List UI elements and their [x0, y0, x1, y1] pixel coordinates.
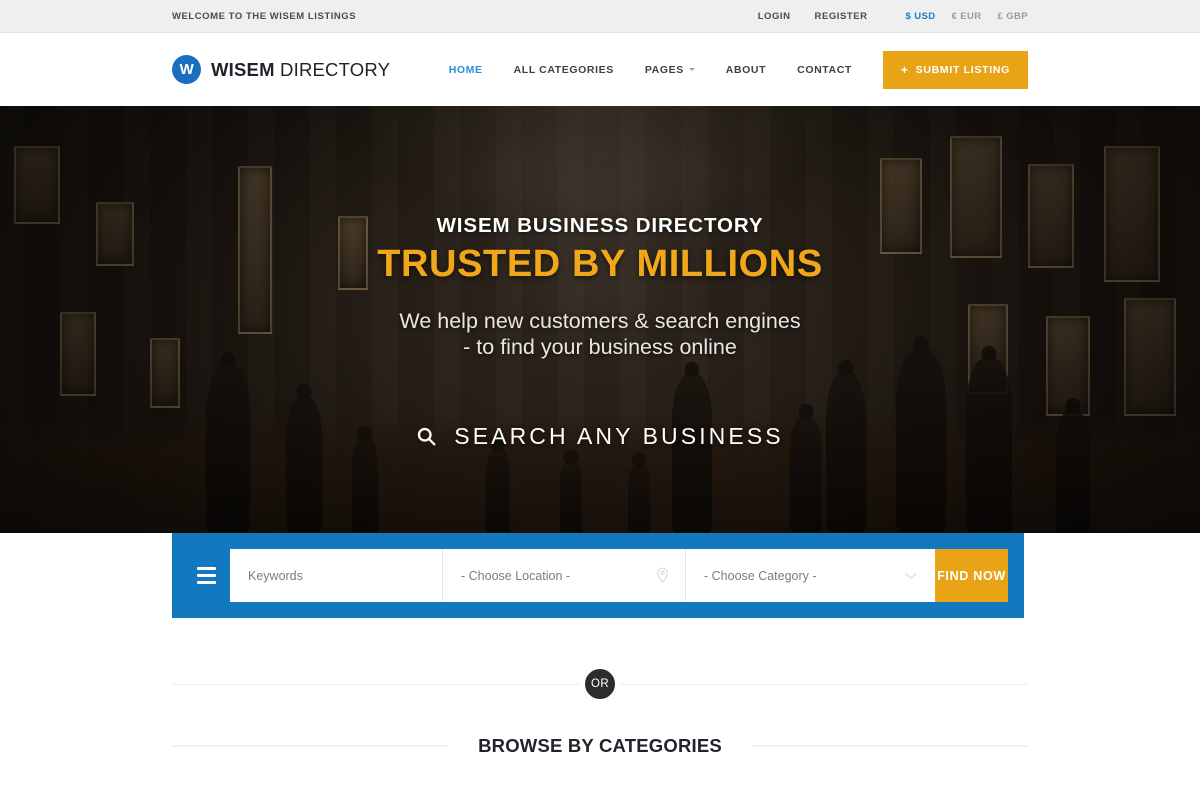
login-link[interactable]: LOGIN: [758, 11, 791, 22]
map-pin-icon: [656, 567, 669, 584]
nav-item-pages-label: PAGES: [644, 63, 684, 76]
brand-logo[interactable]: W WISEM DIRECTORY: [172, 55, 390, 84]
find-now-label: FIND NOW: [937, 568, 1006, 583]
category-select[interactable]: - Choose Category -: [685, 549, 935, 602]
hero-search-heading-label: SEARCH ANY BUSINESS: [454, 423, 784, 450]
hero-banner: WISEM BUSINESS DIRECTORY TRUSTED BY MILL…: [0, 106, 1200, 533]
hero-subtitle-line-1: We help new customers & search engines: [399, 309, 801, 333]
search-input-placeholder: Keywords: [248, 568, 303, 583]
find-now-button[interactable]: FIND NOW: [935, 549, 1008, 602]
currency-eur[interactable]: € EUR: [952, 11, 982, 22]
plus-icon: +: [900, 62, 909, 77]
nav-item-home-label: HOME: [448, 63, 483, 76]
brand-name-light: DIRECTORY: [280, 58, 391, 80]
location-select[interactable]: - Choose Location -: [442, 549, 685, 602]
register-link[interactable]: REGISTER: [815, 11, 868, 22]
hero-eyebrow: WISEM BUSINESS DIRECTORY: [436, 214, 764, 237]
category-select-placeholder: - Choose Category -: [704, 568, 817, 583]
location-select-placeholder: - Choose Location -: [461, 568, 571, 583]
search-icon: [416, 426, 437, 447]
categories-section-header: BROWSE BY CATEGORIES: [0, 735, 1200, 757]
brand-name-bold: WISEM: [211, 58, 275, 80]
search-fields: Keywords - Choose Location - - Choose Ca…: [230, 549, 1008, 602]
submit-listing-label: SUBMIT LISTING: [915, 63, 1010, 76]
hero-title: TRUSTED BY MILLIONS: [377, 243, 823, 285]
site-header: W WISEM DIRECTORY HOME ALL CATEGORIES PA…: [0, 33, 1200, 106]
chevron-down-icon: [905, 572, 917, 580]
logo-letter: W: [179, 61, 194, 78]
section-rule-right: [751, 745, 1028, 747]
chevron-down-icon: [688, 68, 695, 71]
or-badge-label: OR: [590, 678, 610, 690]
section-rule-left: [172, 745, 449, 747]
nav-item-about-label: ABOUT: [725, 63, 767, 76]
main-navigation: HOME ALL CATEGORIES PAGES ABOUT CONTACT …: [449, 50, 1028, 89]
nav-item-contact[interactable]: CONTACT: [797, 64, 852, 76]
search-input[interactable]: Keywords: [230, 549, 442, 602]
hero-content: WISEM BUSINESS DIRECTORY TRUSTED BY MILL…: [0, 106, 1200, 533]
currency-gbp[interactable]: £ GBP: [997, 11, 1028, 22]
hero-subtitle-line-2: - to find your business online: [463, 335, 737, 360]
currency-switcher: $ USD € EUR £ GBP: [906, 11, 1028, 22]
brand-name: WISEM DIRECTORY: [211, 59, 390, 81]
currency-usd[interactable]: $ USD: [906, 11, 936, 22]
top-bar-right: LOGIN REGISTER $ USD € EUR £ GBP: [734, 11, 1028, 22]
welcome-message: WELCOME TO THE WISEM LISTINGS: [172, 10, 357, 22]
nav-item-about[interactable]: ABOUT: [726, 64, 766, 76]
hero-search-heading: SEARCH ANY BUSINESS: [416, 423, 783, 450]
submit-listing-button[interactable]: + SUBMIT LISTING: [882, 50, 1028, 89]
hamburger-bar: [196, 574, 216, 577]
nav-item-all-categories[interactable]: ALL CATEGORIES: [514, 64, 614, 76]
nav-item-pages[interactable]: PAGES: [645, 64, 695, 76]
search-panel: Keywords - Choose Location - - Choose Ca…: [172, 533, 1024, 618]
hero-subtitle: We help new customers & search engines -…: [399, 308, 800, 360]
hamburger-bar: [196, 567, 216, 570]
hamburger-icon[interactable]: [188, 565, 224, 587]
section-title: BROWSE BY CATEGORIES: [478, 735, 722, 756]
hamburger-bar: [196, 581, 216, 584]
logo-icon: W: [172, 55, 201, 84]
or-badge: OR: [579, 663, 621, 705]
nav-item-home[interactable]: HOME: [449, 64, 483, 76]
nav-item-all-categories-label: ALL CATEGORIES: [513, 63, 614, 76]
nav-item-contact-label: CONTACT: [797, 63, 852, 76]
or-divider: OR: [0, 618, 1200, 750]
top-bar: WELCOME TO THE WISEM LISTINGS LOGIN REGI…: [0, 0, 1200, 33]
